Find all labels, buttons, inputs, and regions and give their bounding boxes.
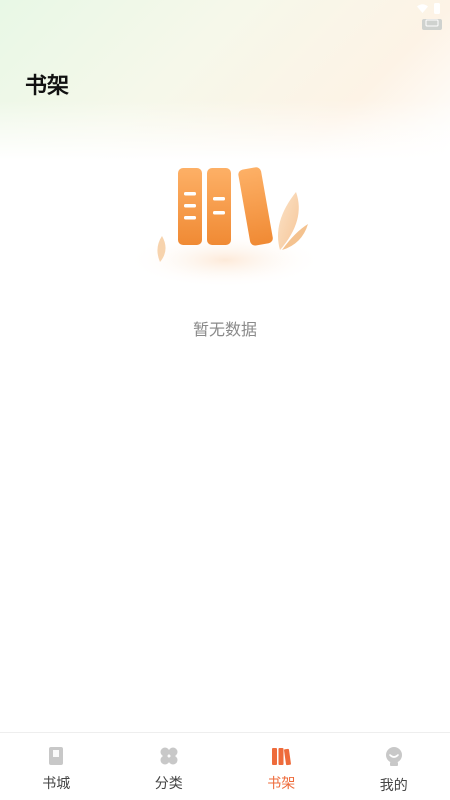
battery-icon <box>434 3 440 14</box>
category-grid-icon <box>160 747 178 765</box>
tab-label: 书架 <box>267 776 296 792</box>
bottom-tab-bar: 书城 分类 书架 我的 <box>0 732 450 800</box>
tab-label: 我的 <box>379 778 408 794</box>
hd-icon <box>425 19 439 27</box>
wifi-icon <box>417 4 428 13</box>
status-icons <box>417 3 440 14</box>
hd-badge <box>422 19 442 30</box>
status-bar <box>0 0 450 30</box>
tab-bookstore[interactable]: 书城 <box>0 733 113 800</box>
tab-label: 分类 <box>154 776 183 792</box>
empty-state-message: 暂无数据 <box>192 320 257 339</box>
profile-icon <box>385 747 402 766</box>
bookshelf-illustration <box>127 167 323 288</box>
tab-category[interactable]: 分类 <box>113 733 226 800</box>
book-icon <box>49 747 64 765</box>
page-title: 书架 <box>25 74 70 99</box>
tab-bookshelf[interactable]: 书架 <box>225 733 338 800</box>
bookshelf-icon <box>272 748 292 766</box>
tab-label: 书城 <box>42 776 71 792</box>
tab-profile[interactable]: 我的 <box>338 733 450 800</box>
